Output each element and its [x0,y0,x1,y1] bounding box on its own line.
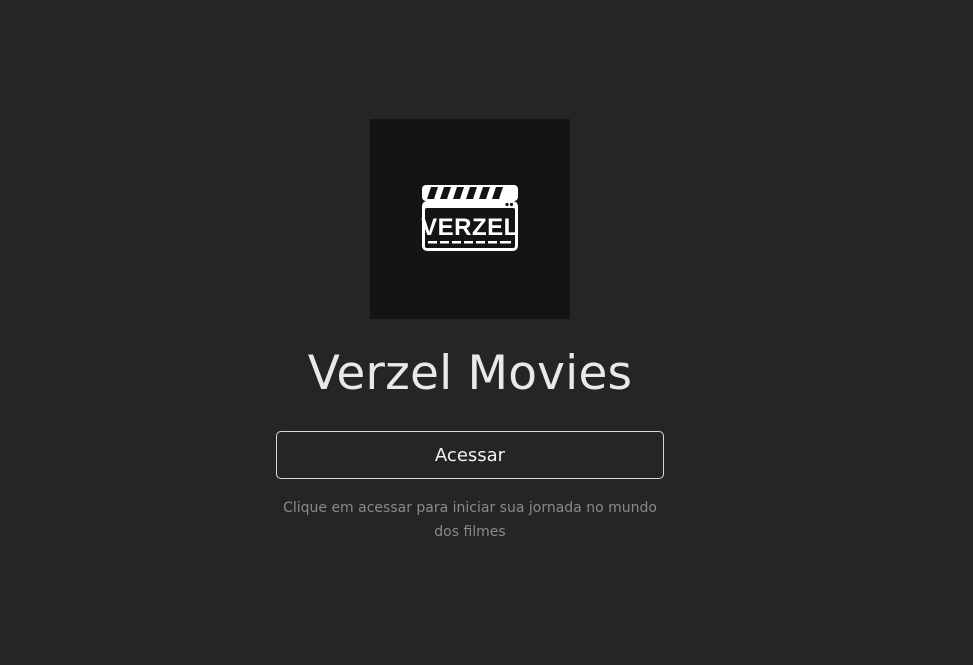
hint-text: Clique em acessar para iniciar sua jorna… [283,500,657,540]
svg-text:VERZEL: VERZEL [421,214,519,241]
landing-page: VERZEL Verzel Movies Acessar Clique em a… [0,0,973,665]
app-title: Verzel Movies [307,346,633,401]
clapperboard-logo-icon: VERZEL [421,185,519,251]
logo-container: VERZEL [370,119,570,319]
access-button[interactable]: Acessar [276,431,664,479]
